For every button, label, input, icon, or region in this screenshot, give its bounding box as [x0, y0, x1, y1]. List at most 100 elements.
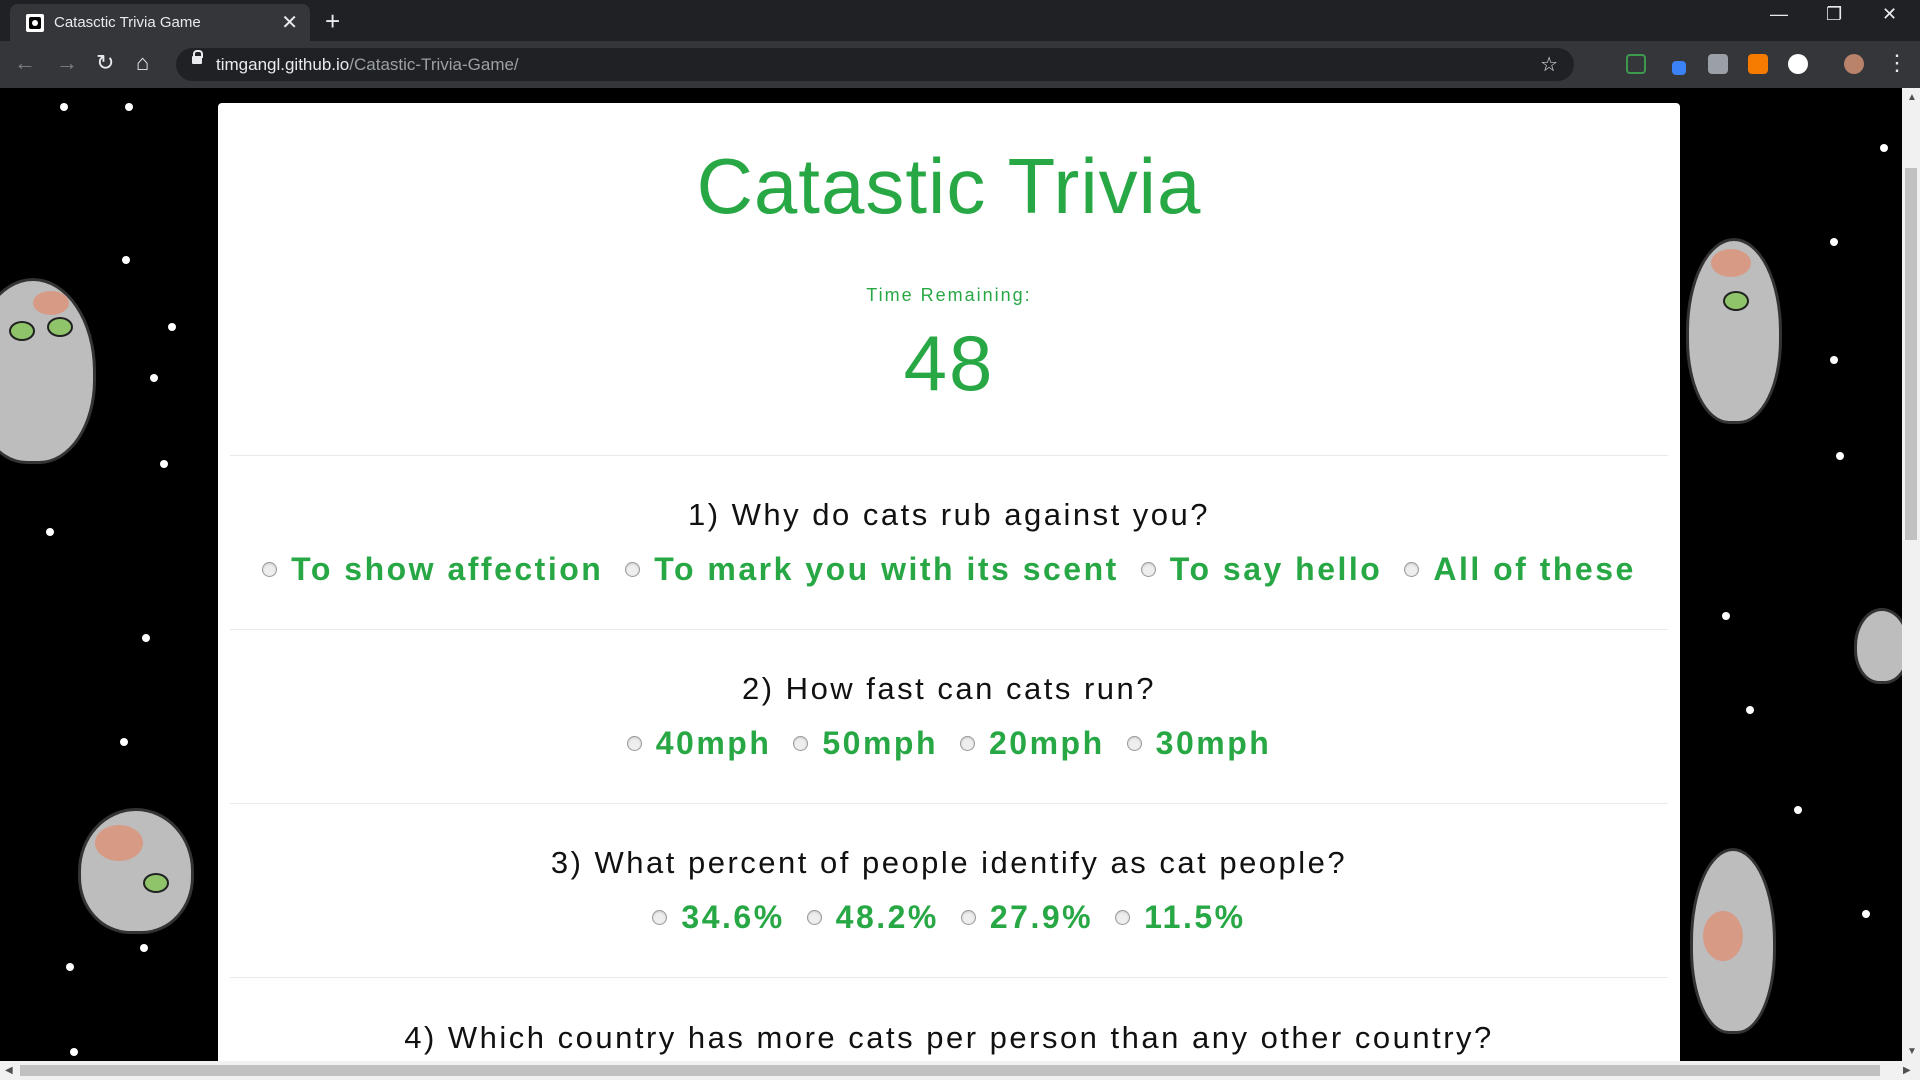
address-bar[interactable]: timgangl.github.io/Catastic-Trivia-Game/… — [176, 48, 1574, 81]
answer-option[interactable]: 11.5% — [1115, 899, 1245, 936]
answer-option[interactable]: 50mph — [793, 725, 938, 762]
answer-option[interactable]: 20mph — [960, 725, 1105, 762]
answer-choices: To show affection To mark you with its s… — [218, 551, 1680, 588]
answer-label: To show affection — [291, 551, 604, 587]
cat-illustration — [1686, 238, 1782, 424]
answer-option[interactable]: 40mph — [626, 725, 772, 762]
browser-menu-icon[interactable]: ⋮ — [1886, 50, 1908, 76]
answer-option[interactable]: 34.6% — [652, 899, 784, 936]
star-decoration — [125, 103, 133, 111]
answer-label: 40mph — [655, 725, 772, 761]
tab-close-icon[interactable]: ✕ — [281, 10, 298, 35]
browser-toolbar: ← → ↻ ⌂ timgangl.github.io/Catastic-Triv… — [0, 41, 1920, 89]
cat-patch — [1703, 911, 1743, 961]
trivia-panel: Catastic Trivia Time Remaining: 48 1) Wh… — [218, 103, 1680, 1061]
star-decoration — [160, 460, 168, 468]
lock-icon — [192, 50, 203, 64]
scroll-left-arrow-icon[interactable]: ◀ — [5, 1065, 13, 1076]
maximize-button[interactable]: ❐ — [1826, 4, 1842, 25]
scroll-down-arrow-icon[interactable]: ▼ — [1907, 1046, 1917, 1057]
forward-button[interactable]: → — [56, 50, 78, 76]
answer-label: 11.5% — [1144, 899, 1246, 935]
star-decoration — [70, 1048, 78, 1056]
star-decoration — [1746, 706, 1754, 714]
cat-eye-icon — [47, 317, 73, 337]
cat-favicon-icon — [26, 14, 44, 32]
radio-button[interactable] — [625, 562, 641, 577]
divider — [230, 629, 1668, 630]
radio-button[interactable] — [1404, 562, 1420, 577]
horizontal-scrollbar[interactable]: ◀ ▶ — [0, 1061, 1920, 1080]
question-text: 1) Why do cats rub against you? — [687, 497, 1211, 532]
answer-option[interactable]: All of these — [1404, 551, 1635, 588]
answer-option[interactable]: To show affection — [262, 551, 603, 588]
cat-illustration — [0, 278, 96, 464]
question-2: 2) How fast can cats run? 40mph 50mph 20… — [218, 671, 1680, 762]
extension-orange-icon[interactable] — [1748, 54, 1768, 74]
horizontal-scroll-thumb[interactable] — [20, 1065, 1880, 1076]
star-decoration — [1830, 356, 1838, 364]
radio-button[interactable] — [1140, 562, 1156, 577]
new-tab-button[interactable]: + — [325, 6, 340, 37]
extension-circle-icon[interactable] — [1788, 54, 1808, 74]
cat-illustration — [1854, 608, 1902, 684]
star-decoration — [140, 944, 148, 952]
extension-blue-icon[interactable] — [1672, 61, 1686, 75]
answer-label: 20mph — [989, 725, 1105, 761]
answer-option[interactable]: To say hello — [1140, 551, 1383, 588]
star-decoration — [1722, 612, 1730, 620]
extension-screenshot-icon[interactable] — [1626, 54, 1646, 74]
cat-eye-icon — [1723, 291, 1749, 311]
browser-tab[interactable]: Catasctic Trivia Game ✕ — [10, 4, 310, 41]
cat-illustration — [1690, 848, 1776, 1034]
cat-illustration — [78, 808, 194, 934]
vertical-scrollbar[interactable]: ▲ ▼ — [1902, 88, 1920, 1061]
radio-button[interactable] — [626, 736, 642, 751]
bookmark-star-icon[interactable]: ☆ — [1540, 52, 1558, 77]
radio-button[interactable] — [262, 562, 278, 577]
star-decoration — [60, 103, 68, 111]
answer-option[interactable]: To mark you with its scent — [625, 551, 1118, 588]
star-decoration — [122, 256, 130, 264]
home-button[interactable]: ⌂ — [136, 50, 149, 76]
url-text: timgangl.github.io/Catastic-Trivia-Game/ — [216, 55, 519, 75]
extension-shield-icon[interactable] — [1708, 54, 1728, 74]
answer-label: 50mph — [822, 725, 938, 761]
minimize-button[interactable]: — — [1770, 4, 1788, 25]
radio-button[interactable] — [1126, 736, 1142, 751]
question-3: 3) What percent of people identify as ca… — [218, 845, 1680, 936]
divider — [230, 803, 1668, 804]
url-domain: timgangl.github.io — [216, 55, 350, 74]
vertical-scroll-thumb[interactable] — [1905, 168, 1917, 540]
reload-button[interactable]: ↻ — [96, 50, 114, 76]
scroll-up-arrow-icon[interactable]: ▲ — [1907, 92, 1917, 103]
answer-option[interactable]: 48.2% — [806, 899, 939, 936]
answer-label: All of these — [1433, 551, 1636, 587]
answer-label: 48.2% — [835, 899, 939, 935]
answer-label: To mark you with its scent — [654, 551, 1119, 587]
profile-avatar[interactable] — [1844, 54, 1864, 74]
answer-label: To say hello — [1169, 551, 1383, 587]
browser-tab-bar: Catasctic Trivia Game ✕ + — ❐ ✕ — [0, 0, 1920, 41]
scroll-right-arrow-icon[interactable]: ▶ — [1903, 1065, 1911, 1076]
tab-title: Catasctic Trivia Game — [54, 14, 201, 31]
divider — [230, 455, 1668, 456]
answer-option[interactable]: 30mph — [1126, 725, 1272, 762]
radio-button[interactable] — [652, 910, 668, 925]
back-button[interactable]: ← — [14, 50, 36, 76]
star-decoration — [1836, 452, 1844, 460]
cat-eye-icon — [9, 321, 35, 341]
url-path: /Catastic-Trivia-Game/ — [349, 55, 519, 74]
window-close-button[interactable]: ✕ — [1882, 4, 1897, 25]
time-remaining-value: 48 — [903, 319, 995, 407]
radio-button[interactable] — [960, 736, 975, 751]
radio-button[interactable] — [960, 910, 976, 925]
star-decoration — [1880, 144, 1888, 152]
radio-button[interactable] — [793, 736, 809, 751]
star-decoration — [46, 528, 54, 536]
radio-button[interactable] — [806, 910, 822, 925]
answer-label: 27.9% — [989, 899, 1094, 935]
answer-option[interactable]: 27.9% — [960, 899, 1094, 936]
radio-button[interactable] — [1115, 910, 1131, 925]
answer-label: 30mph — [1155, 725, 1272, 761]
